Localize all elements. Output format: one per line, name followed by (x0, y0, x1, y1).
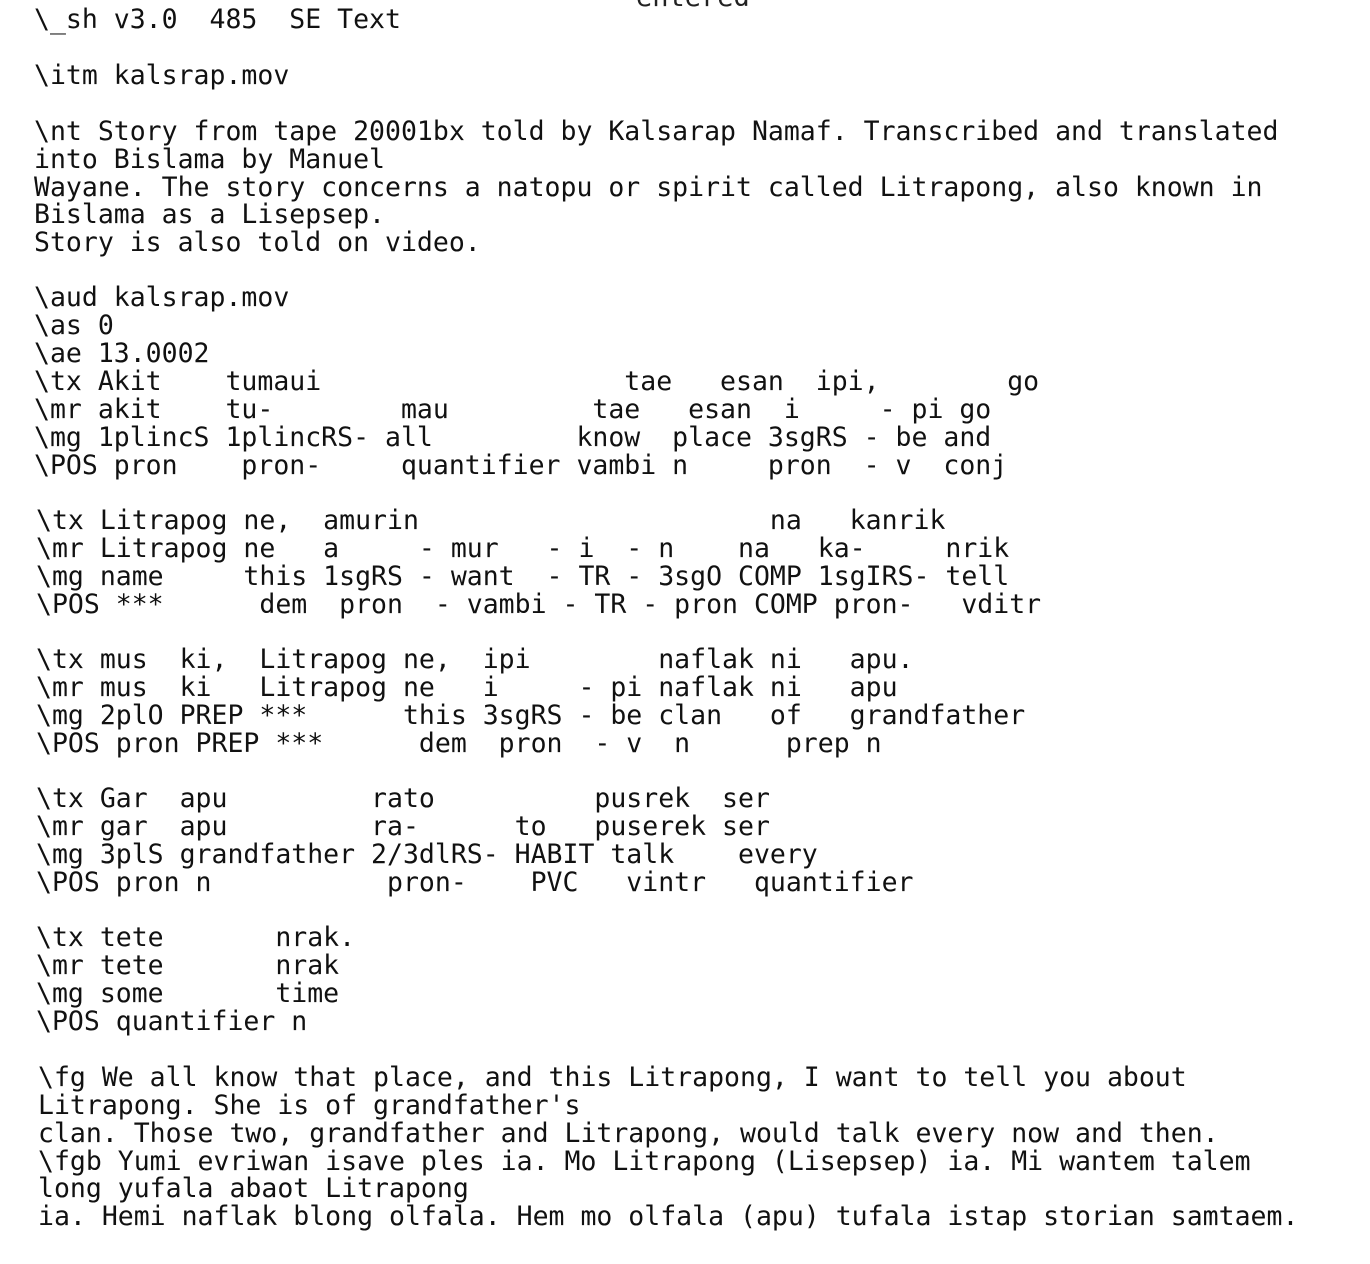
free-translation-bislama-line-1: \fgb Yumi evriwan isave ples ia. Mo Litr… (38, 1146, 1251, 1177)
block-4-tx-line: \tx Gar apu rato pusrek ser (36, 783, 770, 814)
block-1-pos-line: \POS pron pron- quantifier vambi n pron … (34, 450, 1008, 481)
block-5-mr-line: \mr tete nrak (36, 950, 340, 981)
audio-file-line: \aud kalsrap.mov (34, 282, 290, 313)
audio-end-line: \ae 13.0002 (34, 338, 210, 369)
block-4-pos-line: \POS pron n pron- PVC vintr quantifier (36, 867, 914, 898)
block-1-tx-line: \tx Akit tumaui tae esan ipi, go (34, 366, 1040, 397)
block-2-mr-line: \mr Litrapog ne a - mur - i - n na ka- n… (36, 533, 1010, 564)
note-line-2: into Bislama by Manuel (34, 144, 385, 175)
block-4-mg-line: \mg 3plS grandfather 2/3dlRS- HABIT talk… (36, 839, 818, 870)
audio-start-line: \as 0 (34, 310, 114, 341)
free-translation-bislama-line-2: long yufala abaot Litrapong (38, 1173, 469, 1204)
block-1-mg-line: \mg 1plincS 1plincRS- all know place 3sg… (34, 422, 992, 453)
block-3-tx-line: \tx mus ki, Litrapog ne, ipi naflak ni a… (36, 644, 914, 675)
document-page: entered \_sh v3.0 485 SE Text \itm kalsr… (0, 0, 1370, 1264)
block-4-mr-line: \mr gar apu ra- to puserek ser (36, 811, 770, 842)
note-line-5: Story is also told on video. (34, 227, 481, 258)
block-3-mg-line: \mg 2plO PREP *** this 3sgRS - be clan o… (36, 700, 1026, 731)
free-translation-bislama-line-3: ia. Hemi naflak blong olfala. Hem mo olf… (38, 1201, 1299, 1232)
note-line-1: \nt Story from tape 20001bx told by Kals… (34, 116, 1279, 147)
note-line-3: Wayane. The story concerns a natopu or s… (34, 172, 1263, 203)
block-5-mg-line: \mg some time (36, 978, 340, 1009)
block-1-mr-line: \mr akit tu- mau tae esan i - pi go (34, 394, 992, 425)
block-5-pos-line: \POS quantifier n (36, 1006, 308, 1037)
block-2-mg-line: \mg name this 1sgRS - want - TR - 3sgO C… (36, 561, 1010, 592)
block-2-tx-line: \tx Litrapog ne, amurin na kanrik (36, 505, 946, 536)
block-3-mr-line: \mr mus ki Litrapog ne i - pi naflak ni … (36, 672, 898, 703)
item-line: \itm kalsrap.mov (34, 60, 290, 91)
cut-off-header-text: entered (636, 0, 750, 11)
block-2-pos-line: \POS *** dem pron - vambi - TR - pron CO… (36, 589, 1042, 620)
free-translation-english-line-1: \fg We all know that place, and this Lit… (38, 1062, 1187, 1093)
shell-line: \_sh v3.0 485 SE Text (34, 4, 401, 35)
block-5-tx-line: \tx tete nrak. (36, 922, 356, 953)
free-translation-english-line-2: Litrapong. She is of grandfather's (38, 1090, 581, 1121)
block-3-pos-line: \POS pron PREP *** dem pron - v n prep n (36, 728, 882, 759)
free-translation-english-line-3: clan. Those two, grandfather and Litrapo… (38, 1118, 1219, 1149)
note-line-4: Bislama as a Lisepsep. (34, 199, 385, 230)
